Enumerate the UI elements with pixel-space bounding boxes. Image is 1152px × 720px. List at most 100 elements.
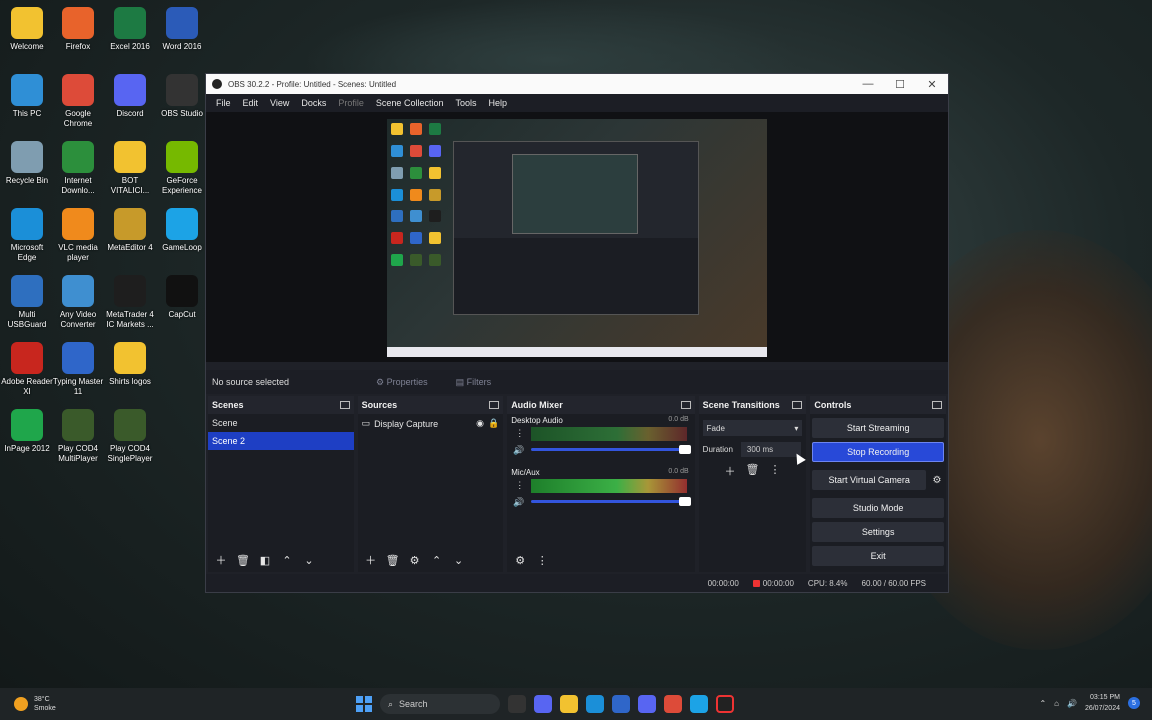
desktop-icon[interactable]: Adobe Reader XI [1, 342, 53, 397]
channel-menu-icon[interactable]: ⋮ [515, 480, 524, 491]
maximize-button[interactable]: ☐ [884, 78, 916, 91]
weather-widget[interactable]: 38°C Smoke [14, 695, 56, 713]
title-bar[interactable]: OBS 30.2.2 - Profile: Untitled - Scenes:… [206, 74, 948, 94]
undock-icon[interactable] [932, 401, 942, 409]
undock-icon[interactable] [680, 401, 691, 409]
desktop-icon[interactable]: Microsoft Edge [1, 208, 53, 263]
menu-help[interactable]: Help [482, 98, 513, 108]
desktop-icon[interactable]: MetaTrader 4 IC Markets ... [104, 275, 156, 330]
desktop-icon[interactable]: Multi USBGuard [1, 275, 53, 330]
source-toolbar: No source selected ⚙ Properties ▤ Filter… [206, 370, 948, 394]
desktop-icon[interactable]: Word 2016 [156, 7, 208, 52]
menu-tools[interactable]: Tools [449, 98, 482, 108]
desktop-icon[interactable]: GameLoop [156, 208, 208, 253]
properties-button[interactable]: ⚙ Properties [362, 377, 442, 388]
edge-icon[interactable] [586, 695, 604, 713]
task-view-icon[interactable] [508, 695, 526, 713]
mixer-menu-icon[interactable]: ⋮ [533, 551, 551, 569]
chevron-up-icon[interactable]: ⌃ [1039, 699, 1046, 708]
desktop-icon[interactable]: Firefox [52, 7, 104, 52]
close-button[interactable]: ✕ [916, 78, 948, 91]
desktop-icon[interactable]: BOT VITALICI... [104, 141, 156, 196]
transition-select[interactable]: Fade ▾ [702, 420, 803, 436]
transition-menu-icon[interactable]: ⋮ [770, 463, 781, 479]
desktop-icon[interactable]: OBS Studio [156, 74, 208, 119]
volume-slider-handle[interactable] [679, 445, 692, 454]
desktop-icon[interactable]: Internet Downlo... [52, 141, 104, 196]
menu-view[interactable]: View [264, 98, 295, 108]
studio-mode-button[interactable]: Studio Mode [812, 498, 944, 518]
move-down-button[interactable]: ⌄ [300, 551, 318, 569]
volume-slider-handle[interactable] [679, 497, 692, 506]
desktop-icon[interactable]: Recycle Bin [1, 141, 53, 186]
add-source-button[interactable]: ＋ [362, 551, 380, 569]
start-button[interactable] [356, 696, 372, 712]
preview-canvas[interactable] [387, 119, 767, 357]
desktop-icon[interactable]: CapCut [156, 275, 208, 320]
scene-filters-button[interactable]: ◧ [256, 551, 274, 569]
desktop-icon[interactable]: Play COD4 MultiPlayer [52, 409, 104, 464]
move-up-button[interactable]: ⌃ [278, 551, 296, 569]
move-up-button[interactable]: ⌃ [428, 551, 446, 569]
speaker-icon[interactable]: 🔊 [513, 497, 524, 508]
file-explorer-icon[interactable] [560, 695, 578, 713]
menu-scene-collection[interactable]: Scene Collection [370, 98, 450, 108]
scene-item[interactable]: Scene [208, 414, 354, 432]
eye-icon[interactable]: ◉ [476, 418, 484, 429]
speaker-icon[interactable]: 🔊 [513, 445, 524, 456]
add-transition-button[interactable]: ＋ [725, 463, 736, 479]
taskbar-search[interactable]: ⌕ Search [380, 694, 500, 714]
desktop-icon[interactable]: MetaEditor 4 [104, 208, 156, 253]
network-icon[interactable]: ⌂ [1054, 699, 1059, 708]
undock-icon[interactable] [792, 401, 803, 409]
gear-icon[interactable]: ⚙ [928, 475, 946, 486]
desktop-icon[interactable]: Shirts logos [104, 342, 156, 387]
remove-scene-button[interactable]: 🗑 [234, 551, 252, 569]
channel-menu-icon[interactable]: ⋮ [515, 428, 524, 439]
remove-source-button[interactable]: 🗑 [384, 551, 402, 569]
desktop-icon[interactable]: GeForce Experience [156, 141, 208, 196]
filters-button[interactable]: ▤ Filters [442, 377, 506, 388]
minimize-button[interactable]: — [852, 78, 884, 90]
volume-slider[interactable] [531, 497, 692, 506]
chrome-icon[interactable] [664, 695, 682, 713]
menu-edit[interactable]: Edit [237, 98, 265, 108]
advanced-audio-icon[interactable]: ⚙ [511, 551, 529, 569]
menu-file[interactable]: File [210, 98, 237, 108]
move-down-button[interactable]: ⌄ [450, 551, 468, 569]
desktop-icon[interactable]: Google Chrome [52, 74, 104, 129]
desktop-icon[interactable]: This PC [1, 74, 53, 119]
discord-taskbar-icon[interactable] [638, 695, 656, 713]
store-icon[interactable] [612, 695, 630, 713]
volume-icon[interactable]: 🔊 [1067, 699, 1077, 708]
remove-transition-button[interactable]: 🗑 [746, 463, 760, 479]
desktop-icon[interactable]: Excel 2016 [104, 7, 156, 52]
start-streaming-button[interactable]: Start Streaming [812, 418, 944, 438]
start-virtual-camera-button[interactable]: Start Virtual Camera [812, 470, 926, 490]
source-properties-button[interactable]: ⚙ [406, 551, 424, 569]
stop-recording-button[interactable]: Stop Recording [812, 442, 944, 462]
notification-badge[interactable]: 5 [1128, 697, 1140, 709]
source-item[interactable]: ▭ Display Capture ◉ 🔒 [358, 414, 504, 433]
add-scene-button[interactable]: ＋ [212, 551, 230, 569]
settings-button[interactable]: Settings [812, 522, 944, 542]
lock-icon[interactable]: 🔒 [488, 418, 499, 429]
discord-icon[interactable] [534, 695, 552, 713]
exit-button[interactable]: Exit [812, 546, 944, 566]
desktop-icon[interactable]: InPage 2012 [1, 409, 53, 454]
menu-docks[interactable]: Docks [295, 98, 332, 108]
undock-icon[interactable] [339, 401, 350, 409]
desktop-icon[interactable]: Typing Master 11 [52, 342, 104, 397]
desktop-icon[interactable]: Play COD4 SinglePlayer [104, 409, 156, 464]
volume-slider[interactable] [531, 445, 692, 454]
undock-icon[interactable] [489, 401, 500, 409]
scene-item-selected[interactable]: Scene 2 [208, 432, 354, 450]
desktop-icon[interactable]: VLC media player [52, 208, 104, 263]
obs-taskbar-icon[interactable] [716, 695, 734, 713]
desktop-icon[interactable]: Discord [104, 74, 156, 119]
gameloop-icon[interactable] [690, 695, 708, 713]
desktop-icon[interactable]: Welcome [1, 7, 53, 52]
clock[interactable]: 03:15 PM 26/07/2024 [1085, 692, 1120, 714]
menu-profile[interactable]: Profile [332, 98, 370, 108]
desktop-icon[interactable]: Any Video Converter [52, 275, 104, 330]
